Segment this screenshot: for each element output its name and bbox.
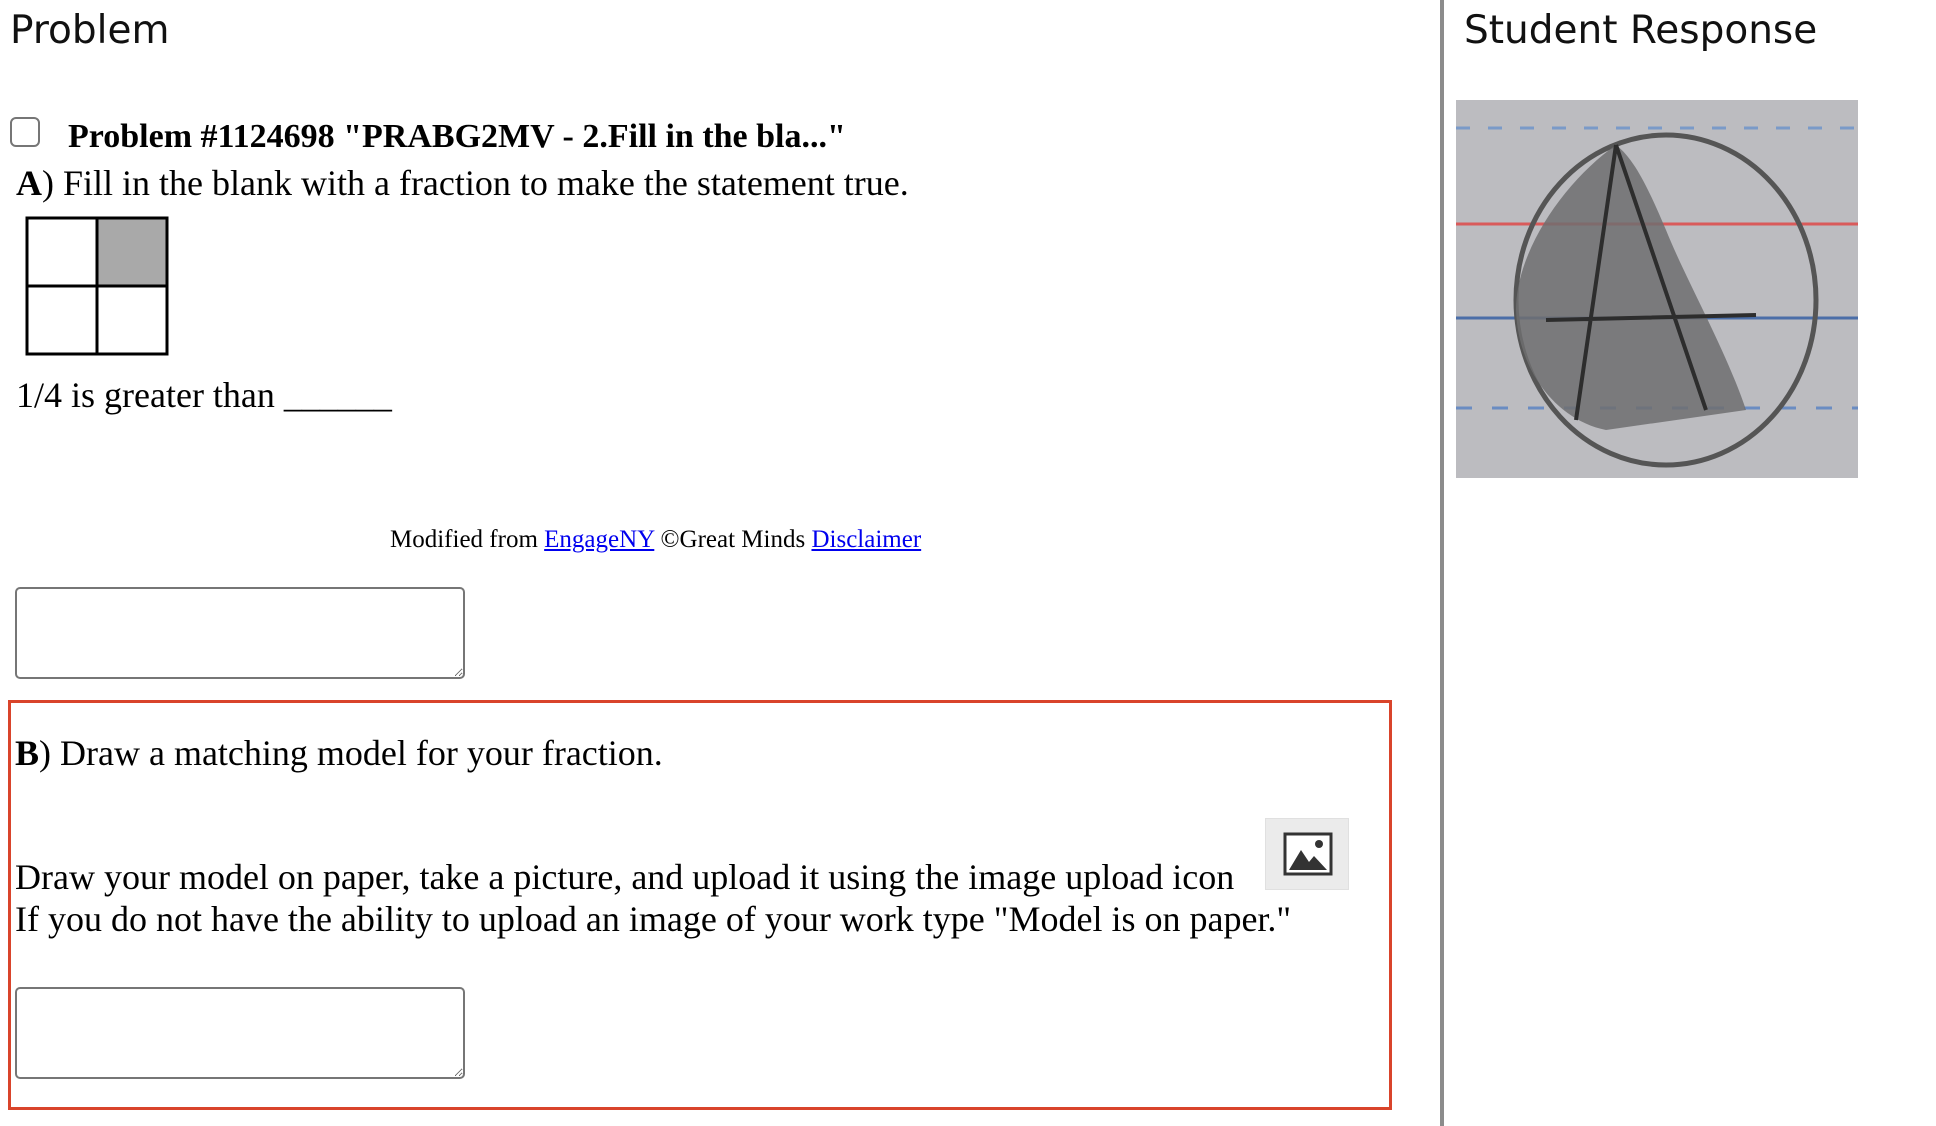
part-a-label: A: [16, 163, 42, 203]
credit-prefix: Modified from: [390, 526, 545, 553]
student-response-title: Student Response: [1464, 8, 1818, 53]
part-b-answer-input[interactable]: [15, 987, 465, 1079]
part-a-answer-input[interactable]: [15, 587, 465, 679]
credit-middle: ©Great Minds: [654, 526, 812, 553]
part-b-prompt-text: ) Draw a matching model for your fractio…: [39, 733, 663, 773]
part-b-prompt: B) Draw a matching model for your fracti…: [15, 732, 663, 774]
image-upload-icon[interactable]: [1265, 818, 1349, 890]
credit-line: Modified from EngageNY ©Great Minds Disc…: [390, 526, 921, 554]
problem-header: Problem #1124698 "PRABG2MV - 2.Fill in t…: [68, 118, 846, 155]
part-a-prompt-text: ) Fill in the blank with a fraction to m…: [42, 163, 909, 203]
part-b-label: B: [15, 733, 40, 773]
problem-select-checkbox[interactable]: [10, 117, 40, 147]
part-b-instruction-upload: Draw your model on paper, take a picture…: [15, 857, 1235, 897]
student-response-pane: Student Response: [1444, 0, 1936, 1126]
grid-cell-top-right-shaded: [95, 216, 169, 288]
problem-pane: Problem Problem #1124698 "PRABG2MV - 2.F…: [0, 0, 1440, 1126]
problem-pane-title: Problem: [10, 8, 170, 53]
part-a-prompt: A) Fill in the blank with a fraction to …: [16, 162, 909, 204]
part-b-instruction-fallback: If you do not have the ability to upload…: [15, 899, 1292, 939]
fraction-grid-model: [25, 216, 169, 356]
student-response-image: [1456, 100, 1858, 478]
disclaimer-link[interactable]: Disclaimer: [811, 526, 921, 553]
part-a-statement: 1/4 is greater than ______: [16, 375, 392, 415]
grid-cell-bottom-left: [25, 284, 99, 356]
grid-cell-bottom-right: [95, 284, 169, 356]
grid-cell-top-left: [25, 216, 99, 288]
engageny-link[interactable]: EngageNY: [544, 526, 654, 553]
